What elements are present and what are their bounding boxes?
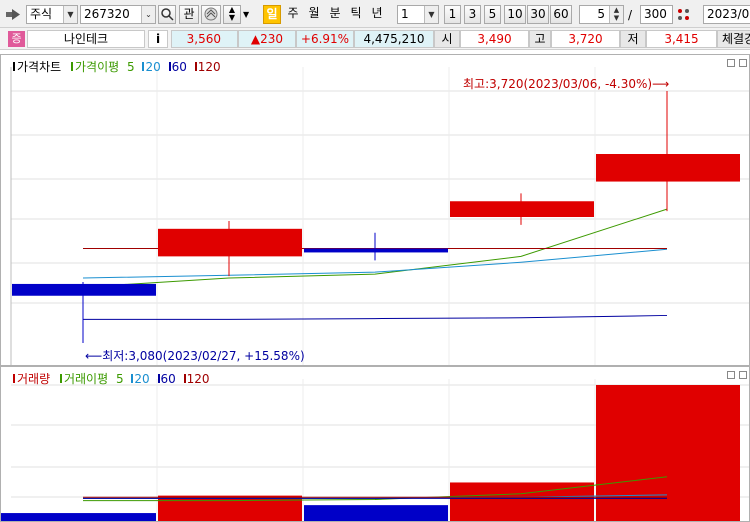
maximize-icon[interactable] — [727, 59, 735, 67]
interval-value: 1 — [401, 7, 409, 21]
price-chart-panel[interactable]: 가격차트 가격이평 5 20 60 120 최고:3,720(2023/03/0… — [0, 54, 750, 366]
legend-vma120: 120 — [186, 372, 210, 386]
display-count-stepper[interactable]: 5 ▲ ▼ — [579, 5, 624, 24]
legend-marker-icon — [13, 62, 15, 71]
low-value: 3,415 — [646, 30, 717, 48]
interval-select[interactable]: 1 ▼ — [397, 5, 439, 24]
trade-strength-label: 체결강 — [717, 30, 750, 48]
legend-vma60: 60 — [160, 372, 176, 386]
stock-name[interactable]: 나인테크 — [27, 30, 145, 48]
total-count-value: 300 — [644, 7, 667, 21]
market-badge: 증 — [8, 31, 25, 47]
legend-marker-icon — [13, 374, 15, 383]
volume-chart-panel[interactable]: 거래량 거래이평 5 20 60 120 — [0, 366, 750, 522]
legend-ma-marker-icon — [71, 62, 73, 71]
menu-chevron-icon[interactable]: ▼ — [243, 10, 249, 19]
interval-60-button[interactable]: 60 — [550, 5, 572, 24]
chevron-down-icon[interactable]: ▼ — [424, 6, 438, 23]
date-value: 2023/03/ — [707, 7, 750, 21]
market-type-select[interactable]: 주식 ▼ — [26, 5, 78, 24]
volume-chart[interactable] — [1, 367, 749, 521]
legend-vma-label: 거래이평 — [63, 372, 109, 386]
volume-bar — [596, 385, 740, 521]
candle-body — [596, 154, 740, 182]
candle-body — [304, 248, 448, 253]
high-value: 3,720 — [551, 30, 620, 48]
interval-30-button[interactable]: 30 — [527, 5, 549, 24]
count-separator: / — [628, 8, 633, 22]
link-icon[interactable] — [6, 8, 22, 21]
legend-vma20: 20 — [134, 372, 150, 386]
legend-ma120: 120 — [197, 60, 221, 74]
total-count-input[interactable]: 300 — [640, 5, 673, 24]
search-button[interactable] — [158, 5, 176, 24]
price-change: ▲230 — [238, 30, 296, 48]
tab-tick[interactable]: 틱 — [348, 5, 364, 24]
tab-day[interactable]: 일 — [263, 5, 281, 24]
display-count-value: 5 — [597, 7, 605, 21]
candle-body — [450, 201, 594, 217]
volume-legend: 거래량 거래이평 5 20 60 120 — [13, 370, 210, 387]
legend-vma5: 5 — [115, 372, 124, 386]
price-legend: 가격차트 가격이평 5 20 60 120 — [13, 58, 221, 75]
stock-code-value: 267320 — [84, 7, 130, 21]
toolbar: 주식 ▼ 267320 ⌄ 관 ▲ ▼ ▼ 일 주 월 분 틱 년 1 ▼ 1 3… — [0, 0, 750, 28]
candle-body — [158, 228, 302, 257]
search-icon — [161, 8, 174, 21]
change-rate: +6.91% — [296, 30, 354, 48]
high-label: 고 — [529, 30, 551, 48]
candle-body — [12, 283, 156, 296]
prev-next-stepper[interactable]: ▲ ▼ — [223, 5, 241, 24]
high-annotation: 최고:3,720(2023/03/06, -4.30%)⟶ — [463, 77, 670, 91]
legend-ma-label: 가격이평 — [75, 60, 120, 74]
star-icon — [204, 7, 218, 21]
legend-vma60-marker-icon — [157, 374, 160, 383]
tab-month[interactable]: 월 — [306, 5, 322, 24]
stock-code-input[interactable]: 267320 ⌄ — [80, 5, 156, 24]
quote-bar: 증 나인테크 i 3,560 ▲230 +6.91% 4,475,210 시 3… — [0, 28, 750, 50]
price-chart[interactable] — [1, 55, 749, 365]
legend-ma-marker-icon — [59, 374, 62, 383]
ma-line-60 — [83, 314, 668, 320]
legend-ma120-marker-icon — [194, 62, 197, 71]
legend-volume-label: 거래량 — [17, 372, 51, 386]
tab-week[interactable]: 주 — [285, 5, 301, 24]
legend-ma5: 5 — [127, 60, 135, 74]
volume-bar — [158, 495, 302, 521]
legend-ma20: 20 — [145, 60, 161, 74]
close-icon[interactable] — [739, 371, 747, 379]
tab-minute[interactable]: 분 — [327, 5, 343, 24]
favorite-button[interactable] — [201, 5, 221, 24]
interval-1-button[interactable]: 1 — [444, 5, 461, 24]
volume-value: 4,475,210 — [354, 30, 434, 48]
open-label: 시 — [434, 30, 460, 48]
interval-5-button[interactable]: 5 — [484, 5, 501, 24]
interval-10-button[interactable]: 10 — [504, 5, 526, 24]
low-annotation: ⟵최저:3,080(2023/02/27, +15.58%) — [85, 349, 305, 363]
spin-icon[interactable]: ▲ ▼ — [609, 6, 623, 23]
legend-vma120-marker-icon — [183, 374, 186, 383]
legend-price-label: 가격차트 — [17, 60, 62, 74]
maximize-icon[interactable] — [727, 371, 735, 379]
chevron-down-icon[interactable]: ▼ — [63, 6, 77, 23]
watchlist-button[interactable]: 관 — [179, 5, 199, 24]
legend-ma60-marker-icon — [168, 62, 171, 71]
low-label: 저 — [620, 30, 646, 48]
open-value: 3,490 — [460, 30, 529, 48]
volume-bar — [304, 505, 448, 521]
legend-ma60: 60 — [171, 60, 187, 74]
volume-bar — [1, 513, 156, 521]
chart-settings-icon[interactable] — [676, 7, 692, 22]
close-icon[interactable] — [739, 59, 747, 67]
tab-year[interactable]: 년 — [369, 5, 385, 24]
info-button[interactable]: i — [148, 30, 168, 48]
date-input[interactable]: 2023/03/ — [703, 5, 750, 24]
current-price: 3,560 — [171, 30, 238, 48]
chevron-down-icon[interactable]: ⌄ — [141, 6, 155, 23]
market-type-value: 주식 — [30, 7, 53, 21]
interval-3-button[interactable]: 3 — [464, 5, 481, 24]
